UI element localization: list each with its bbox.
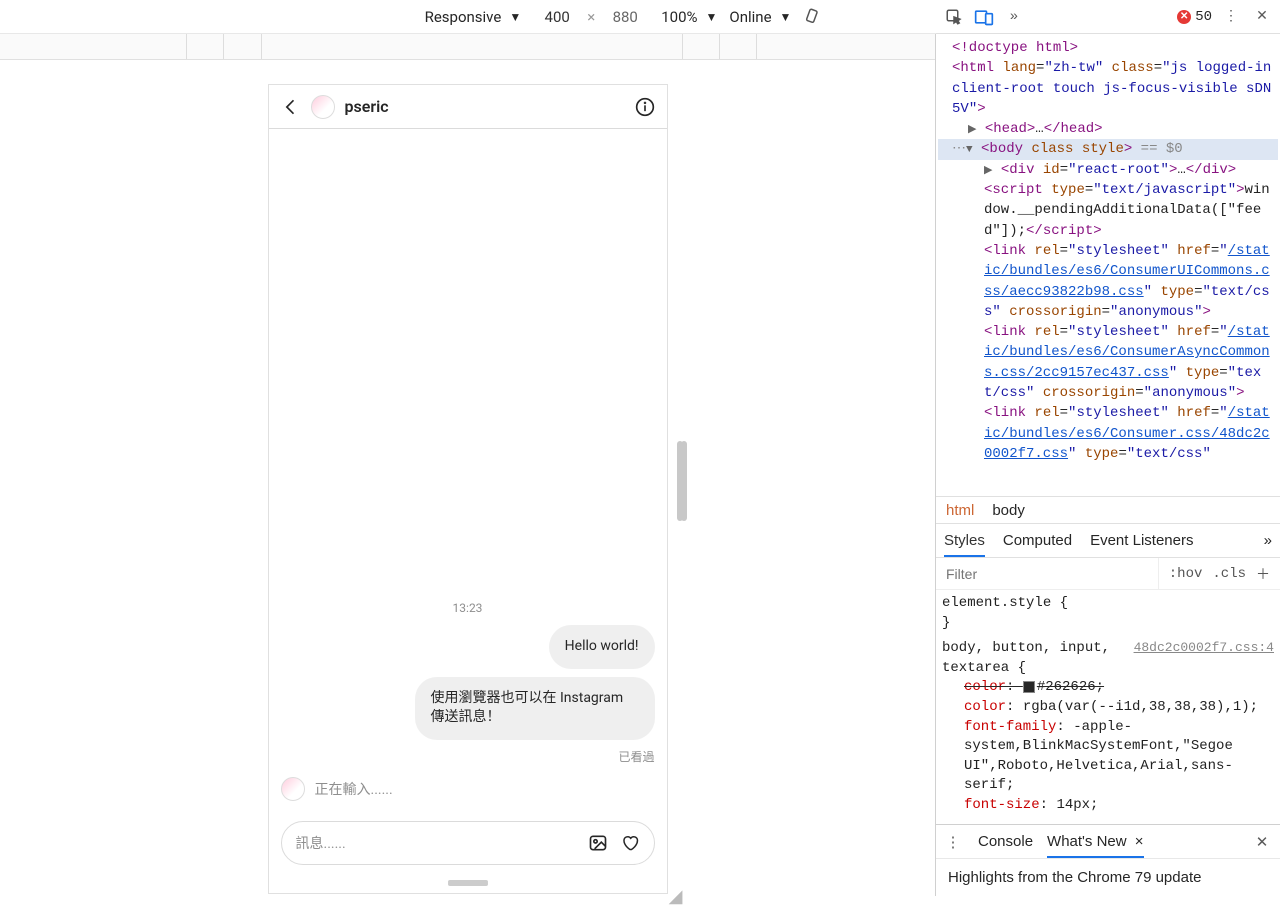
- close-tab-icon[interactable]: ×: [1135, 833, 1144, 850]
- height-input[interactable]: 880: [601, 8, 649, 26]
- info-icon[interactable]: [635, 97, 655, 117]
- drawer: ⋮ Console What's New × ✕ Highlights from…: [936, 824, 1280, 896]
- ruler: [0, 34, 935, 60]
- typing-indicator: 正在輸入......: [281, 777, 655, 801]
- selected-node[interactable]: ⋯▼ <body class style> == $0: [938, 139, 1278, 159]
- css-source-link[interactable]: 48dc2c0002f7.css:4: [1134, 639, 1274, 657]
- times-icon: ×: [587, 8, 595, 26]
- composer-placeholder[interactable]: 訊息......: [296, 833, 576, 853]
- whatsnew-body: Highlights from the Chrome 79 update: [936, 859, 1280, 896]
- chat-username[interactable]: pseric: [345, 97, 389, 116]
- elements-tree[interactable]: <!doctype html> <html lang="zh-tw" class…: [936, 34, 1280, 496]
- styles-filter-row: :hov .cls ＋: [936, 558, 1280, 590]
- seen-indicator: 已看過: [281, 748, 655, 765]
- devtools-toolbar: » ✕ 50 ⋮ ✕: [936, 0, 1280, 34]
- device-toggle-icon[interactable]: [974, 7, 994, 27]
- breadcrumb[interactable]: html body: [936, 496, 1280, 524]
- resize-handle-right[interactable]: [677, 441, 683, 521]
- bottom-handle[interactable]: [269, 871, 667, 893]
- styles-filter-input[interactable]: [936, 566, 1158, 582]
- color-swatch[interactable]: [1023, 681, 1035, 693]
- tab-eventlisteners[interactable]: Event Listeners: [1090, 532, 1193, 549]
- cls-toggle[interactable]: .cls: [1212, 566, 1246, 582]
- sent-message[interactable]: 使用瀏覽器也可以在 Instagram 傳送訊息！: [415, 677, 655, 740]
- close-devtools-icon[interactable]: ✕: [1252, 7, 1272, 27]
- zoom-select[interactable]: 100%▼: [661, 8, 717, 26]
- width-input[interactable]: 400: [533, 8, 581, 26]
- inspect-icon[interactable]: [944, 7, 964, 27]
- tab-styles[interactable]: Styles: [944, 532, 985, 557]
- drawer-menu-icon[interactable]: ⋮: [944, 832, 964, 852]
- tab-computed[interactable]: Computed: [1003, 532, 1072, 549]
- composer[interactable]: 訊息......: [281, 821, 655, 865]
- tab-whatsnew[interactable]: What's New ×: [1047, 833, 1144, 858]
- heart-icon[interactable]: [620, 833, 640, 853]
- close-drawer-icon[interactable]: ✕: [1252, 832, 1272, 852]
- chat-header: pseric: [269, 85, 667, 129]
- more-tabs-icon[interactable]: »: [1004, 7, 1024, 27]
- avatar[interactable]: [311, 95, 335, 119]
- throttle-select[interactable]: Online▼: [729, 8, 791, 26]
- error-count[interactable]: ✕ 50: [1177, 9, 1212, 25]
- back-icon[interactable]: [281, 97, 301, 117]
- image-icon[interactable]: [588, 833, 608, 853]
- tab-console[interactable]: Console: [978, 833, 1033, 850]
- crumb-html[interactable]: html: [946, 502, 974, 519]
- resize-handle-corner[interactable]: ◢: [669, 886, 683, 907]
- styles-pane[interactable]: element.style { } 48dc2c0002f7.css:4body…: [936, 590, 1280, 824]
- rotate-icon[interactable]: [803, 7, 823, 27]
- viewport-dimensions[interactable]: 400 × 880: [533, 8, 649, 26]
- hov-toggle[interactable]: :hov: [1169, 566, 1203, 582]
- more-tabs-icon[interactable]: »: [1264, 532, 1272, 549]
- settings-icon[interactable]: ⋮: [1222, 7, 1242, 27]
- devtools-panel: » ✕ 50 ⋮ ✕ <!doctype html> <html lang="z…: [935, 34, 1280, 896]
- sent-message[interactable]: Hello world!: [549, 625, 655, 669]
- new-rule-icon[interactable]: ＋: [1256, 564, 1270, 584]
- viewport-area: pseric 13:23 Hello world! 使用瀏覽器也可以在 Inst…: [0, 34, 935, 896]
- avatar: [281, 777, 305, 801]
- chat-body: 13:23 Hello world! 使用瀏覽器也可以在 Instagram 傳…: [269, 129, 667, 813]
- crumb-body[interactable]: body: [992, 502, 1025, 519]
- message-timestamp: 13:23: [281, 601, 655, 615]
- error-icon: ✕: [1177, 10, 1191, 24]
- device-mode-select[interactable]: Responsive▼: [425, 8, 522, 26]
- styles-tabs: Styles Computed Event Listeners »: [936, 524, 1280, 558]
- device-frame: pseric 13:23 Hello world! 使用瀏覽器也可以在 Inst…: [268, 84, 668, 894]
